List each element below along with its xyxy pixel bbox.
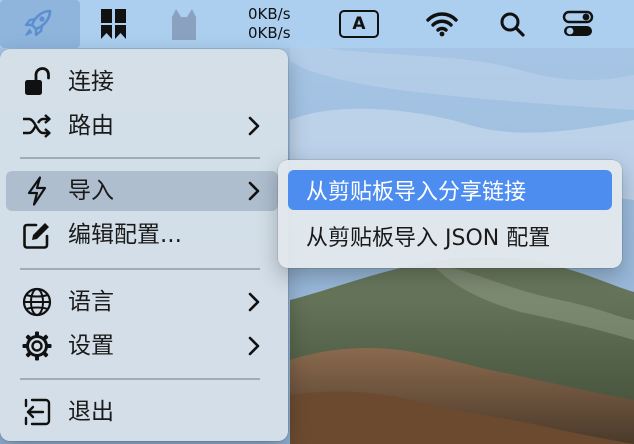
gear-icon: [22, 331, 52, 361]
search-icon[interactable]: [492, 0, 532, 48]
chevron-right-icon: [246, 179, 262, 203]
menu-separator: [20, 157, 260, 159]
bolt-icon: [22, 176, 52, 206]
app-dropdown-menu: 连接 路由 导入 编辑配置... 语言 设置 退出: [0, 49, 288, 441]
unlock-icon: [22, 67, 52, 96]
chevron-right-icon: [246, 114, 262, 138]
submenu-item-label: 从剪贴板导入分享链接: [306, 180, 527, 205]
exit-icon: [22, 398, 52, 426]
menu-item-label: 导入: [68, 178, 114, 204]
rocket-app-icon[interactable]: [0, 0, 80, 48]
network-speed-indicator[interactable]: 0KB/s 0KB/s: [240, 0, 310, 48]
control-center-icon[interactable]: [556, 0, 600, 48]
cat-app-icon[interactable]: [164, 0, 204, 48]
menu-separator: [20, 378, 260, 380]
submenu-item-label: 从剪贴板导入 JSON 配置: [306, 226, 551, 251]
menu-item-label: 路由: [68, 113, 114, 139]
menu-item-routing[interactable]: 路由: [6, 106, 278, 146]
bookmark-app-icon[interactable]: [94, 0, 134, 48]
globe-icon: [22, 287, 52, 317]
submenu-item-import-json-config[interactable]: 从剪贴板导入 JSON 配置: [288, 216, 612, 256]
edit-icon: [22, 221, 52, 249]
input-source-label: A: [352, 14, 366, 34]
menu-bar: 0KB/s 0KB/s A: [0, 0, 634, 48]
menu-item-label: 编辑配置...: [68, 222, 182, 248]
upload-speed: 0KB/s: [248, 5, 291, 23]
menu-item-label: 退出: [68, 399, 114, 425]
menu-item-label: 连接: [68, 69, 114, 95]
menu-separator: [20, 268, 260, 270]
shuffle-icon: [22, 112, 52, 140]
download-speed: 0KB/s: [248, 24, 291, 42]
input-source-indicator[interactable]: A: [336, 0, 382, 48]
wifi-icon[interactable]: [420, 0, 464, 48]
menu-item-connect[interactable]: 连接: [6, 62, 278, 102]
chevron-right-icon: [246, 334, 262, 358]
menu-item-settings[interactable]: 设置: [6, 326, 278, 366]
submenu-item-import-share-link[interactable]: 从剪贴板导入分享链接: [288, 170, 612, 210]
menu-item-edit-config[interactable]: 编辑配置...: [6, 215, 278, 255]
menu-item-quit[interactable]: 退出: [6, 392, 278, 432]
menu-item-label: 语言: [68, 289, 114, 315]
menu-item-import[interactable]: 导入: [6, 171, 278, 211]
chevron-right-icon: [246, 290, 262, 314]
menu-item-label: 设置: [68, 333, 114, 359]
menu-item-language[interactable]: 语言: [6, 282, 278, 322]
import-submenu: 从剪贴板导入分享链接 从剪贴板导入 JSON 配置: [278, 160, 622, 268]
